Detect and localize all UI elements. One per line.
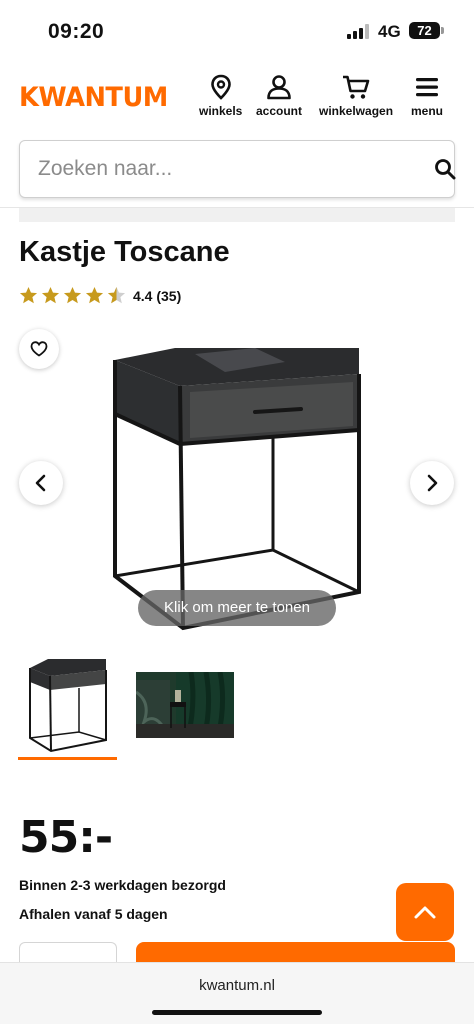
breadcrumb-strip: [19, 208, 455, 222]
star-full-icon: [19, 286, 38, 304]
shopping-cart-icon: [343, 75, 370, 99]
user-icon: [267, 75, 291, 100]
search-bar: [19, 140, 456, 198]
product-price: 55:-: [19, 812, 113, 863]
nav-label: account: [256, 104, 303, 118]
nav-account[interactable]: account: [256, 74, 302, 118]
star-full-icon: [41, 286, 60, 304]
kwantum-logo[interactable]: KWANTUM: [19, 82, 168, 113]
heart-icon: [30, 341, 48, 357]
star-full-icon: [85, 286, 104, 304]
nav-label: winkels: [199, 104, 243, 118]
pickup-info: Afhalen vanaf 5 dagen: [19, 906, 168, 922]
active-thumbnail-indicator: [18, 757, 117, 760]
product-title: Kastje Toscane: [19, 236, 230, 268]
signal-icon: [347, 24, 371, 39]
search-input[interactable]: [38, 153, 408, 185]
chevron-right-icon: [427, 474, 438, 492]
location-pin-icon: [210, 74, 231, 100]
battery-cap: [441, 27, 444, 34]
scroll-to-top-button[interactable]: [396, 883, 454, 941]
home-indicator: [152, 1010, 322, 1015]
url-text: kwantum.nl: [199, 977, 275, 994]
nav-label: winkelwagen: [319, 104, 394, 118]
chevron-left-icon: [35, 474, 46, 492]
nav-menu[interactable]: menu: [411, 74, 443, 118]
star-full-icon: [63, 286, 82, 304]
product-rating[interactable]: 4.4 (35): [19, 286, 181, 305]
network-type: 4G: [378, 22, 401, 41]
thumbnail-room[interactable]: [135, 671, 234, 739]
rating-text: 4.4 (35): [133, 287, 182, 304]
status-time: 09:20: [48, 20, 105, 43]
nav-winkelwagen[interactable]: winkelwagen: [319, 74, 393, 118]
nav-winkels[interactable]: winkels: [199, 74, 242, 118]
product-image[interactable]: [105, 332, 370, 632]
gallery-next-button[interactable]: [410, 461, 454, 505]
thumbnail-image: [29, 659, 107, 753]
search-icon[interactable]: [434, 158, 456, 180]
nav-label: menu: [411, 104, 444, 118]
star-half-icon: [107, 286, 126, 304]
show-more-button[interactable]: Klik om meer te tonen: [138, 590, 336, 626]
product-gallery: Klik om meer te tonen: [0, 320, 474, 640]
browser-address-bar[interactable]: kwantum.nl: [0, 962, 474, 1024]
delivery-info: Binnen 2-3 werkdagen bezorgd: [19, 877, 226, 893]
thumbnail-image: [135, 671, 234, 739]
site-header: KWANTUM winkels account winkelwagen menu: [0, 62, 474, 132]
thumbnail-product[interactable]: [18, 656, 118, 760]
status-bar: 09:20 4G 72: [0, 0, 474, 62]
chevron-up-icon: [414, 906, 436, 919]
hamburger-menu-icon: [416, 78, 438, 97]
battery-icon: 72: [409, 22, 440, 39]
product-page: 09:20 4G 72 KWANTUM winkels account wink…: [0, 0, 474, 1024]
gallery-prev-button[interactable]: [19, 461, 63, 505]
favorite-button[interactable]: [19, 329, 59, 369]
